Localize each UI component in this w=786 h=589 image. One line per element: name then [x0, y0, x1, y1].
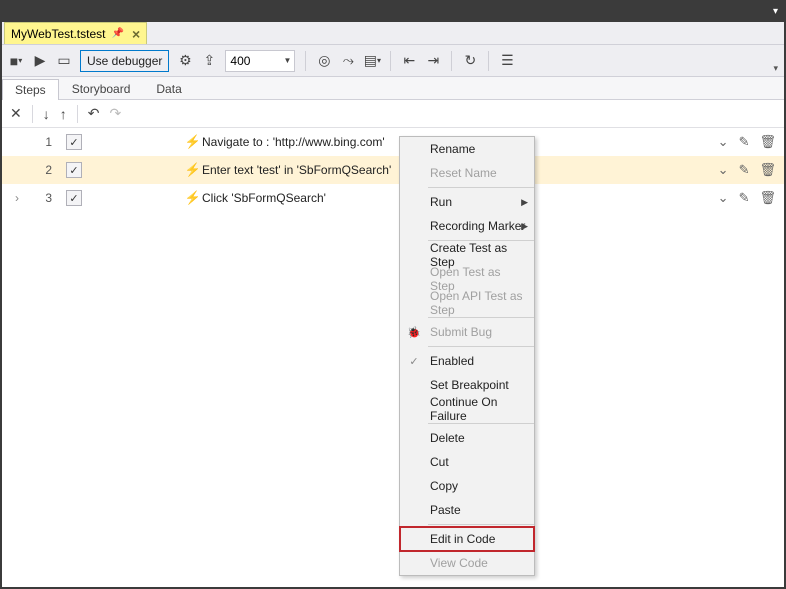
- steps-grid: 1 ✓ ⚡ Navigate to : 'http://www.bing.com…: [2, 128, 784, 212]
- layers-icon[interactable]: ▤▾: [364, 53, 380, 69]
- tab-data[interactable]: Data: [143, 78, 194, 99]
- menu-create-test-as-step[interactable]: Create Test as Step: [400, 243, 534, 267]
- delete-step-icon[interactable]: ✕: [10, 105, 22, 122]
- overflow-caret-icon[interactable]: ▾: [773, 63, 778, 74]
- expand-icon[interactable]: ⌄: [718, 162, 729, 178]
- move-down-icon[interactable]: ↓: [43, 106, 50, 122]
- menu-separator: [428, 187, 534, 188]
- document-tab-label: MyWebTest.tstest: [11, 27, 105, 41]
- expand-icon[interactable]: ⌄: [718, 190, 729, 206]
- main-toolbar: ■▾ ▶ ▭ Use debugger ⚙ ⇪ 400 ▼ ◎ ⤳ ▤▾ ⇤ ⇥…: [2, 44, 784, 76]
- toolbar-separator: [77, 105, 78, 123]
- menu-open-test-as-step: Open Test as Step: [400, 267, 534, 291]
- view-tabs: Steps Storyboard Data: [2, 76, 784, 100]
- edit-icon[interactable]: ✎: [739, 190, 750, 206]
- step-enable-checkbox[interactable]: ✓: [60, 190, 88, 206]
- check-icon: ✓: [406, 355, 422, 368]
- pin-icon[interactable]: 📌: [111, 28, 123, 39]
- close-icon[interactable]: ×: [132, 26, 140, 42]
- submenu-arrow-icon: ▶: [521, 197, 528, 208]
- menu-reset-name: Reset Name: [400, 161, 534, 185]
- refresh-icon[interactable]: ↻: [462, 53, 478, 69]
- toolbar-separator: [305, 51, 306, 71]
- step-enable-checkbox[interactable]: ✓: [60, 162, 88, 178]
- expand-icon[interactable]: ⌄: [718, 134, 729, 150]
- toolbar-separator: [390, 51, 391, 71]
- menu-separator: [428, 317, 534, 318]
- debugger-toggle[interactable]: Use debugger: [80, 50, 169, 72]
- menu-delete[interactable]: Delete: [400, 426, 534, 450]
- steps-toolbar: ✕ ↓ ↑ ↶ ↷: [2, 100, 784, 128]
- menu-edit-in-code[interactable]: Edit in Code: [400, 527, 534, 551]
- menu-enabled[interactable]: ✓ Enabled: [400, 349, 534, 373]
- window-titlebar: ▾: [2, 2, 784, 22]
- step-enable-checkbox[interactable]: ✓: [60, 134, 88, 150]
- move-up-icon[interactable]: ↑: [60, 106, 67, 122]
- menu-label: Enabled: [430, 354, 474, 368]
- context-menu: Rename Reset Name Run▶ Recording Marker▶…: [399, 136, 535, 576]
- list-icon[interactable]: ☰: [499, 53, 515, 69]
- menu-label: Recording Marker: [430, 219, 525, 233]
- window-menu-caret-icon[interactable]: ▾: [773, 6, 778, 17]
- bug-icon: 🐞: [406, 326, 422, 339]
- speed-value: 400: [230, 54, 250, 68]
- toolbar-separator: [488, 51, 489, 71]
- menu-separator: [428, 346, 534, 347]
- play-icon[interactable]: ▶: [32, 53, 48, 69]
- tab-storyboard[interactable]: Storyboard: [59, 78, 144, 99]
- chevron-down-icon[interactable]: ▼: [283, 56, 291, 65]
- document-tab-row: MyWebTest.tstest 📌 ×: [2, 22, 784, 44]
- bolt-icon: ⚡: [184, 134, 202, 150]
- menu-recording-marker[interactable]: Recording Marker▶: [400, 214, 534, 238]
- browser-icon[interactable]: ▭: [56, 53, 72, 69]
- menu-open-api-test-as-step: Open API Test as Step: [400, 291, 534, 315]
- edit-icon[interactable]: ✎: [739, 134, 750, 150]
- step-row[interactable]: 2 ✓ ⚡ Enter text 'test' in 'SbFormQSearc…: [2, 156, 784, 184]
- row-gutter[interactable]: ›: [2, 191, 32, 205]
- step-number: 1: [32, 135, 60, 149]
- menu-label: Run: [430, 195, 452, 209]
- toolbar-separator: [32, 105, 33, 123]
- menu-view-code: View Code: [400, 551, 534, 575]
- outdent-icon[interactable]: ⇤: [401, 53, 417, 69]
- branch-icon[interactable]: ⤳: [340, 53, 356, 69]
- upload-icon[interactable]: ⇪: [201, 53, 217, 69]
- menu-run[interactable]: Run ▶: [400, 190, 534, 214]
- menu-separator: [428, 423, 534, 424]
- menu-copy[interactable]: Copy: [400, 474, 534, 498]
- menu-submit-bug: 🐞 Submit Bug: [400, 320, 534, 344]
- tab-steps[interactable]: Steps: [2, 79, 59, 100]
- step-number: 2: [32, 163, 60, 177]
- toolbar-separator: [451, 51, 452, 71]
- record-icon[interactable]: ■▾: [8, 53, 24, 69]
- step-row[interactable]: 1 ✓ ⚡ Navigate to : 'http://www.bing.com…: [2, 128, 784, 156]
- submenu-arrow-icon: ▶: [521, 221, 528, 232]
- menu-separator: [428, 524, 534, 525]
- speed-input[interactable]: 400 ▼: [225, 50, 295, 72]
- trash-icon[interactable]: 🗑: [759, 190, 776, 206]
- step-row[interactable]: › 3 ✓ ⚡ Click 'SbFormQSearch' ⌄ ✎ 🗑: [2, 184, 784, 212]
- edit-icon[interactable]: ✎: [739, 162, 750, 178]
- step-number: 3: [32, 191, 60, 205]
- bolt-icon: ⚡: [184, 190, 202, 206]
- menu-set-breakpoint[interactable]: Set Breakpoint: [400, 373, 534, 397]
- menu-rename[interactable]: Rename: [400, 137, 534, 161]
- redo-icon[interactable]: ↷: [109, 105, 121, 122]
- document-tab[interactable]: MyWebTest.tstest 📌 ×: [4, 22, 147, 44]
- menu-label: Submit Bug: [430, 325, 492, 339]
- menu-continue-on-failure[interactable]: Continue On Failure: [400, 397, 534, 421]
- trash-icon[interactable]: 🗑: [759, 162, 776, 178]
- bolt-icon: ⚡: [184, 162, 202, 178]
- trash-icon[interactable]: 🗑: [759, 134, 776, 150]
- target-icon[interactable]: ◎: [316, 53, 332, 69]
- gear-icon[interactable]: ⚙: [177, 53, 193, 69]
- undo-icon[interactable]: ↶: [88, 105, 100, 122]
- menu-cut[interactable]: Cut: [400, 450, 534, 474]
- indent-icon[interactable]: ⇥: [425, 53, 441, 69]
- menu-paste[interactable]: Paste: [400, 498, 534, 522]
